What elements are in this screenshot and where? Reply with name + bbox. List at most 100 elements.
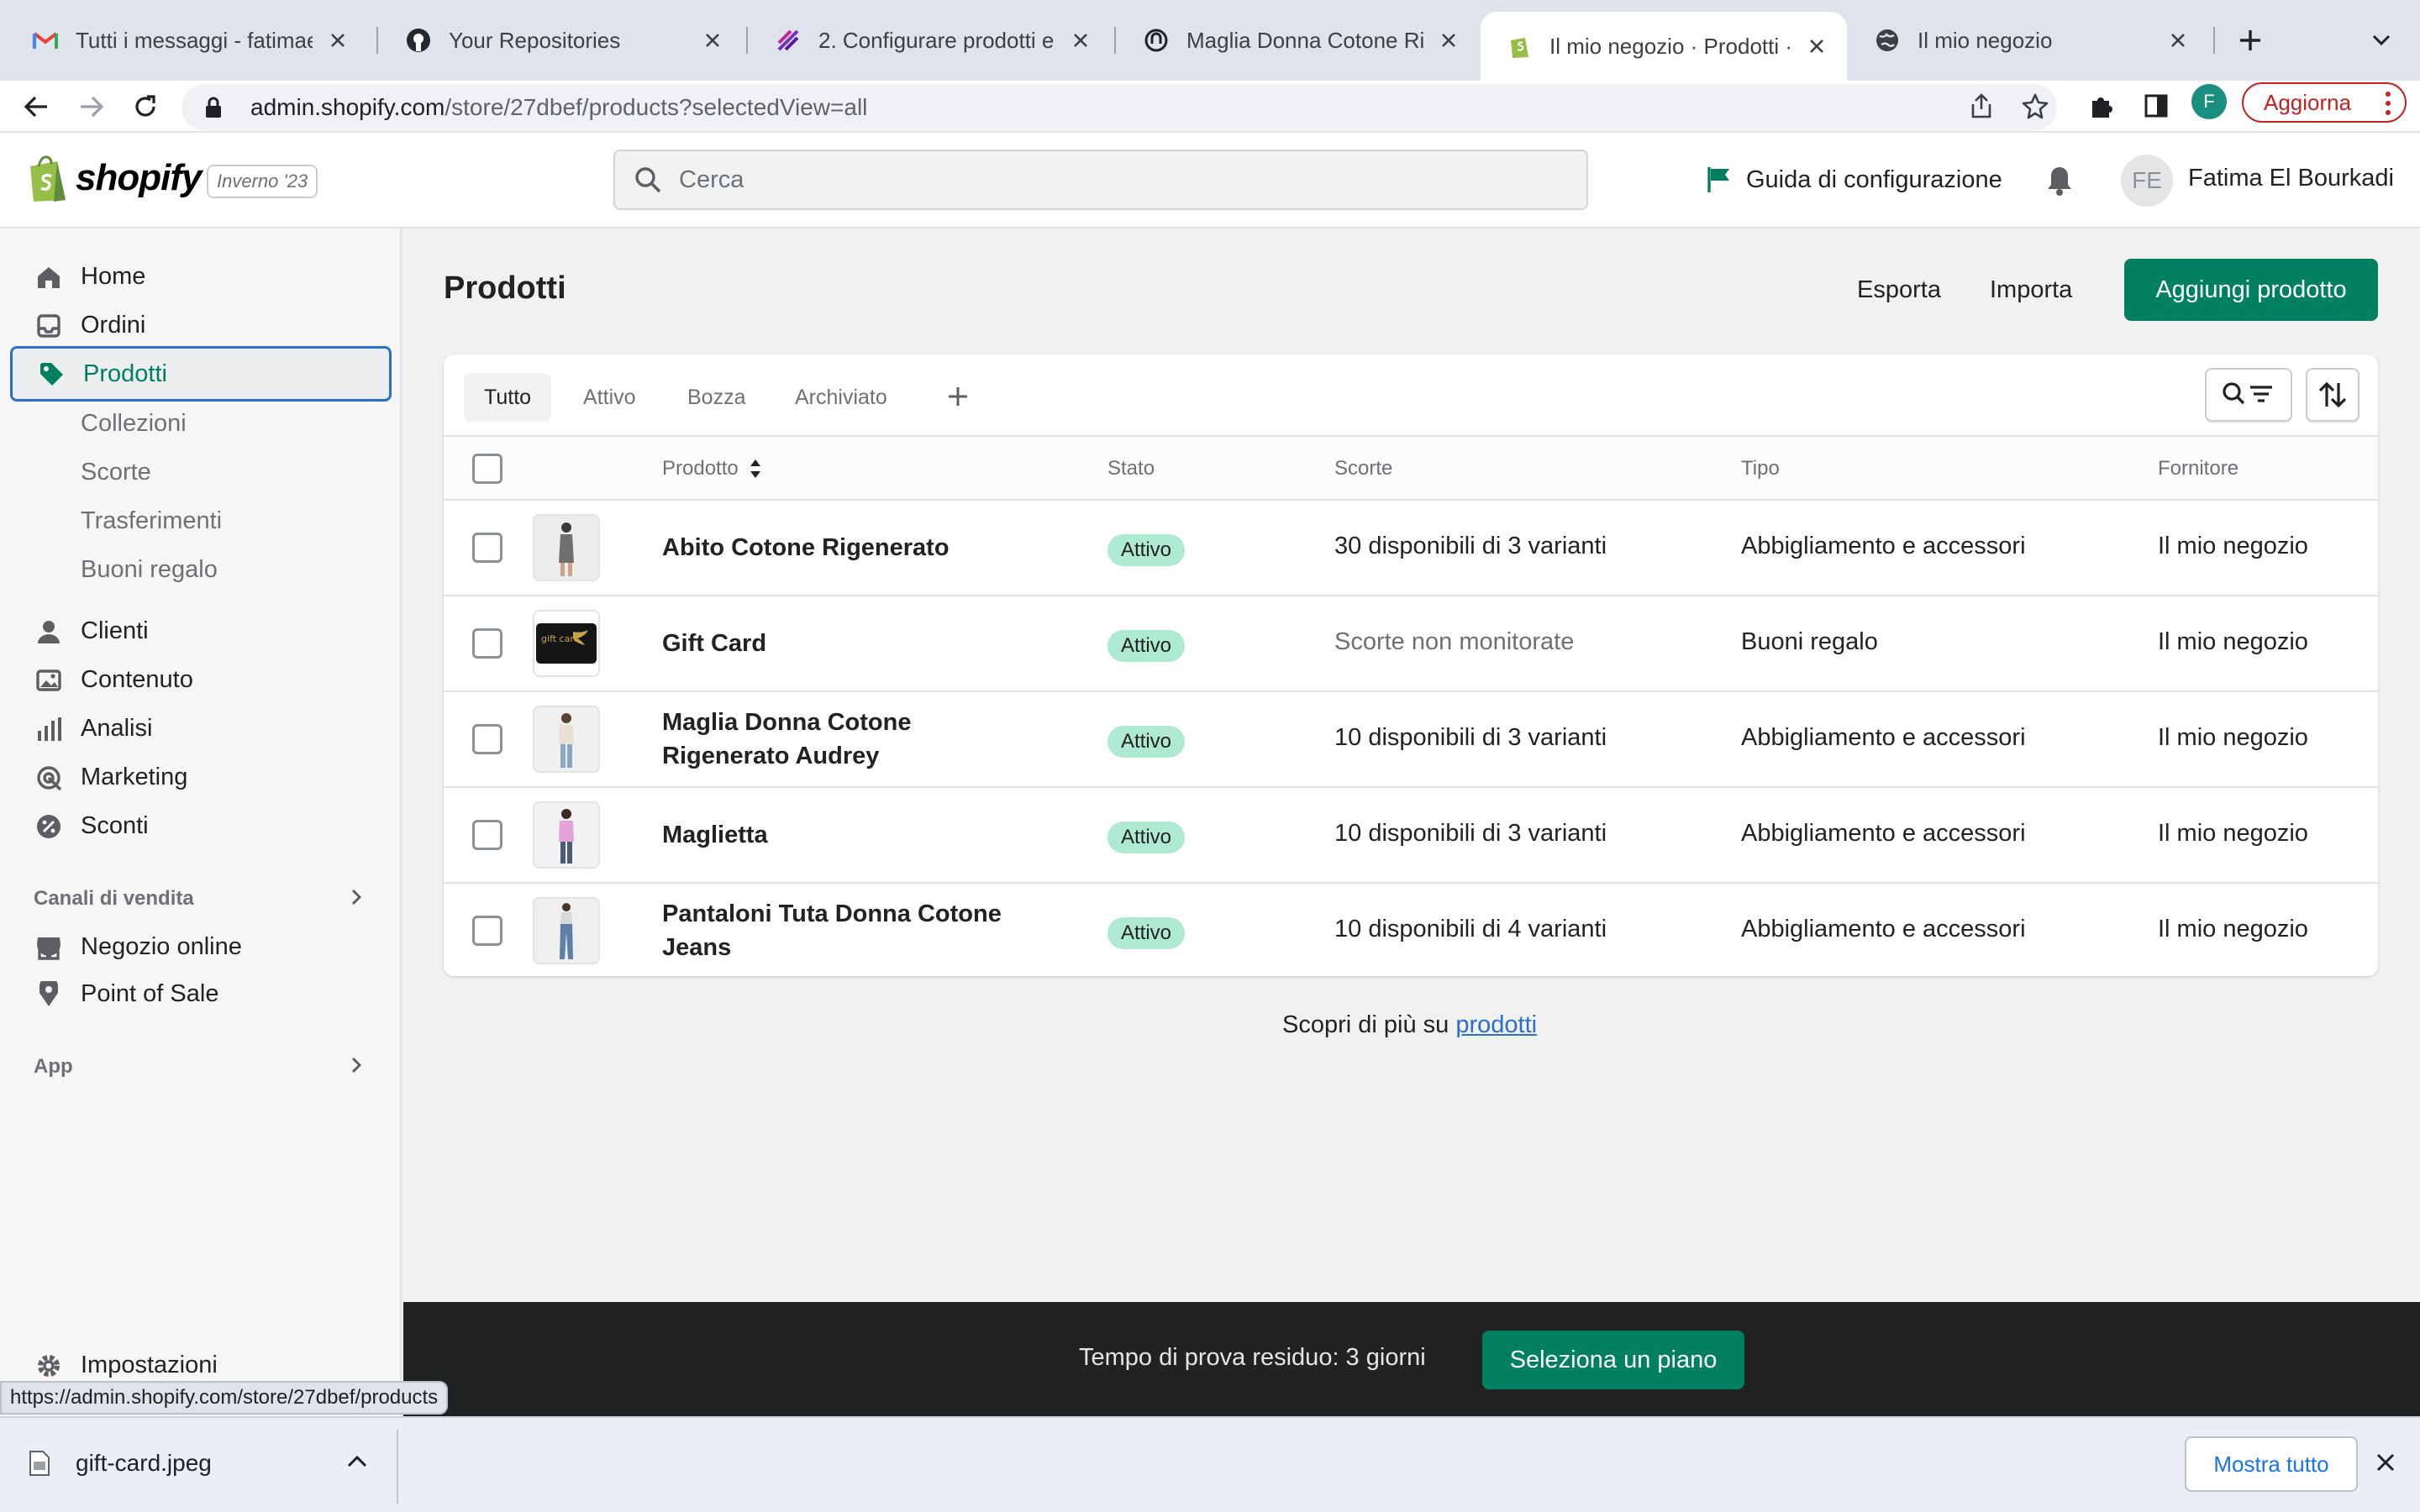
sidebar-item-discounts[interactable]: Sconti [10, 801, 392, 850]
close-icon[interactable] [2165, 27, 2191, 54]
tab-title: Maglia Donna Cotone Riger [1186, 27, 1423, 53]
more-vert-icon[interactable] [2385, 91, 2391, 116]
browser-tab-my-store[interactable]: Il mio negozio [1849, 13, 2208, 67]
status-badge: Attivo [1107, 917, 1186, 949]
add-view-button[interactable] [941, 380, 975, 413]
row-checkbox[interactable] [472, 916, 502, 946]
side-panel-icon[interactable] [2139, 89, 2173, 123]
tab-search-button[interactable] [2365, 24, 2398, 57]
sidebar-item-label: Point of Sale [81, 979, 219, 1007]
close-icon[interactable] [1067, 27, 1094, 54]
forward-button[interactable] [72, 87, 111, 126]
browser-tab-shopify-products[interactable]: Il mio negozio · Prodotti · Sh [1481, 12, 1847, 81]
shopify-icon [1506, 33, 1533, 60]
share-icon[interactable] [1965, 89, 1998, 123]
sidebar-subitem-collections[interactable]: Collezioni [81, 410, 187, 438]
browser-tab-course[interactable]: 2. Configurare prodotti e co [750, 13, 1111, 67]
address-bar[interactable]: admin.shopify.com/store/27dbef/products?… [182, 84, 2057, 131]
column-header-product[interactable]: Prodotto [662, 457, 762, 480]
notifications-bell-icon[interactable] [2042, 163, 2077, 198]
table-row[interactable]: Pantaloni Tuta Donna Cotone Jeans Attivo… [444, 884, 2378, 976]
sidebar-item-customers[interactable]: Clienti [10, 606, 392, 655]
browser-tab-product-page[interactable]: Maglia Donna Cotone Riger [1118, 13, 1479, 67]
product-thumbnail[interactable] [533, 706, 600, 773]
apps-heading[interactable]: App [34, 1055, 73, 1079]
product-thumbnail[interactable] [533, 897, 600, 964]
select-all-checkbox[interactable] [472, 454, 502, 484]
row-checkbox[interactable] [472, 820, 502, 850]
new-tab-button[interactable] [2233, 24, 2267, 57]
sidebar-item-orders[interactable]: Ordini [10, 301, 392, 349]
browser-tab-github[interactable]: Your Repositories [380, 13, 743, 67]
flag-icon [1707, 167, 1729, 192]
profile-avatar[interactable]: F [2191, 84, 2227, 119]
sidebar-subitem-transfers[interactable]: Trasferimenti [81, 507, 222, 535]
product-thumbnail[interactable] [533, 801, 600, 869]
tab-archived[interactable]: Archiviato [775, 373, 908, 422]
learn-more-link[interactable]: prodotti [1455, 1011, 1537, 1038]
type-cell: Abbigliamento e accessori [1741, 916, 2026, 942]
table-row[interactable]: Maglia Donna Cotone Rigenerato Audrey At… [444, 692, 2378, 788]
close-icon[interactable] [1803, 33, 1830, 60]
close-icon[interactable] [699, 27, 726, 54]
tab-all[interactable]: Tutto [464, 373, 552, 422]
product-name[interactable]: Abito Cotone Rigenerato [662, 531, 1032, 564]
product-name[interactable]: Maglietta [662, 818, 1032, 852]
download-item[interactable]: gift-card.jpeg [29, 1450, 212, 1477]
product-name[interactable]: Pantaloni Tuta Donna Cotone Jeans [662, 897, 1032, 964]
logo-wordmark: shopify [76, 157, 202, 198]
row-checkbox[interactable] [472, 628, 502, 659]
sidebar-item-products[interactable]: Prodotti [10, 346, 392, 402]
sidebar-subitem-gift-cards[interactable]: Buoni regalo [81, 556, 218, 584]
close-icon[interactable] [1435, 27, 1462, 54]
table-row[interactable]: Maglietta Attivo 10 disponibili di 3 var… [444, 788, 2378, 884]
row-checkbox[interactable] [472, 533, 502, 563]
product-name[interactable]: Maglia Donna Cotone Rigenerato Audrey [662, 706, 1032, 773]
sidebar-item-marketing[interactable]: Marketing [10, 753, 392, 801]
tab-active[interactable]: Attivo [563, 373, 656, 422]
table-row[interactable]: gift card Gift Card Attivo Scorte non mo… [444, 596, 2378, 692]
back-button[interactable] [17, 87, 55, 126]
sidebar-item-home[interactable]: Home [10, 252, 392, 301]
user-avatar[interactable]: FE [2121, 155, 2173, 207]
extensions-icon[interactable] [2084, 89, 2118, 123]
search-filter-button[interactable] [2205, 368, 2292, 422]
select-plan-button[interactable]: Seleziona un piano [1482, 1331, 1744, 1389]
sidebar-item-point-of-sale[interactable]: Point of Sale [10, 969, 392, 1018]
setup-guide-button[interactable]: Guida di configurazione [1706, 158, 2002, 202]
table-row[interactable]: Abito Cotone Rigenerato Attivo 30 dispon… [444, 501, 2378, 596]
add-product-button[interactable]: Aggiungi prodotto [2124, 259, 2378, 321]
user-name[interactable]: Fatima El Bourkadi [2188, 165, 2394, 192]
chevron-right-icon[interactable] [346, 887, 366, 907]
edition-badge[interactable]: Inverno '23 [207, 165, 318, 198]
sidebar-item-online-store[interactable]: Negozio online [10, 922, 392, 971]
chevron-up-icon[interactable] [346, 1453, 368, 1468]
column-header-type: Tipo [1741, 457, 1780, 480]
sort-button[interactable] [2306, 368, 2360, 422]
close-icon[interactable] [2375, 1452, 2396, 1473]
bookmark-star-icon[interactable] [2018, 89, 2052, 123]
inventory-cell: 10 disponibili di 4 varianti [1334, 916, 1607, 942]
close-icon[interactable] [324, 27, 351, 54]
browser-tab-gmail[interactable]: Tutti i messaggi - fatimaelb [7, 13, 368, 67]
product-name[interactable]: Gift Card [662, 627, 1032, 660]
product-thumbnail[interactable]: gift card [533, 610, 600, 677]
reload-button[interactable] [126, 87, 165, 126]
shopify-search-input[interactable]: Cerca [613, 150, 1588, 210]
sidebar-item-label: Ordini [81, 311, 146, 339]
chevron-down-icon [2372, 34, 2391, 46]
globe-icon [1874, 27, 1901, 54]
sales-channels-heading[interactable]: Canali di vendita [34, 887, 194, 911]
row-checkbox[interactable] [472, 724, 502, 754]
update-button[interactable]: Aggiorna [2242, 82, 2407, 123]
product-thumbnail[interactable] [533, 514, 600, 581]
show-all-downloads-button[interactable]: Mostra tutto [2185, 1436, 2358, 1492]
chevron-right-icon[interactable] [346, 1055, 366, 1075]
sidebar-subitem-inventory[interactable]: Scorte [81, 459, 151, 486]
export-button[interactable]: Esporta [1857, 270, 1941, 309]
sidebar-item-content[interactable]: Contenuto [10, 655, 392, 704]
shopify-logo[interactable]: shopify [25, 153, 202, 203]
import-button[interactable]: Importa [1990, 270, 2072, 309]
tab-draft[interactable]: Bozza [667, 373, 765, 422]
sidebar-item-analytics[interactable]: Analisi [10, 704, 392, 753]
